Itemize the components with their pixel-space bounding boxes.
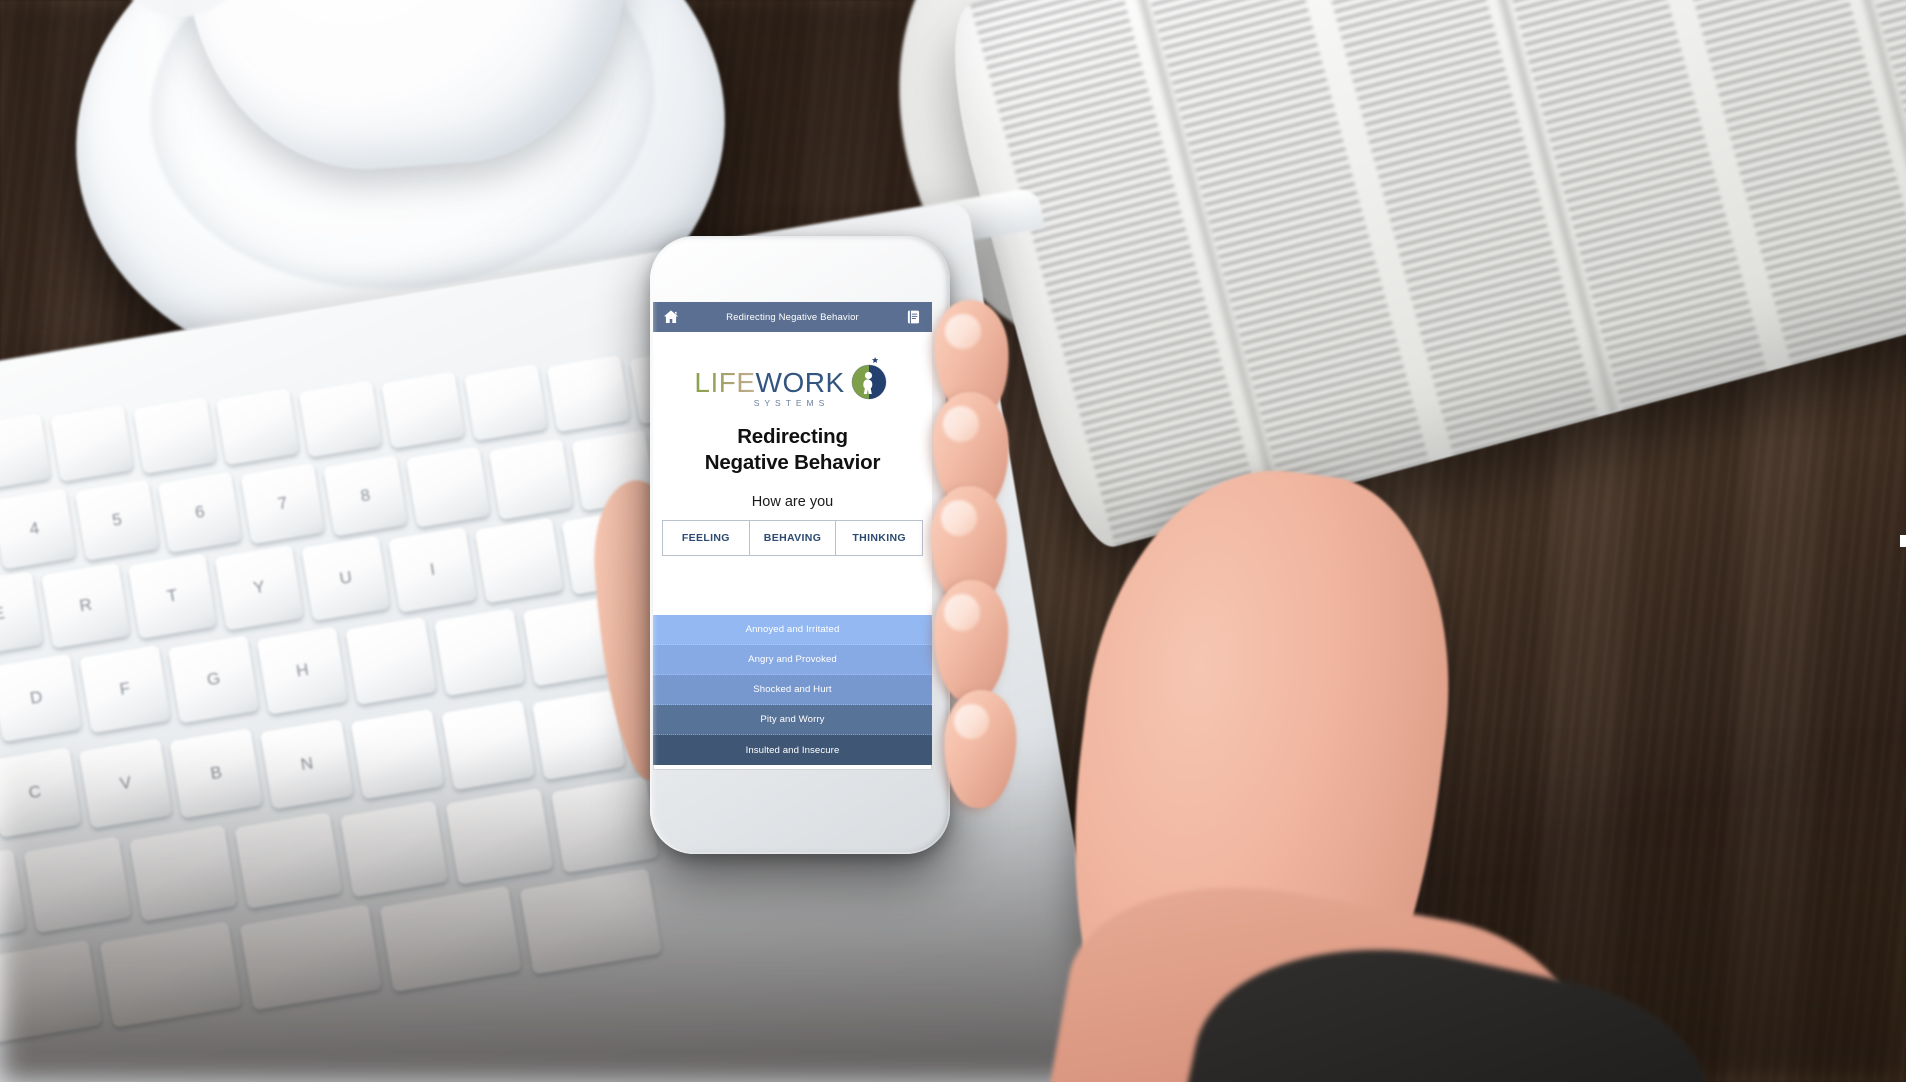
mode-tab-group: FEELING BEHAVING THINKING: [662, 520, 923, 557]
list-item[interactable]: Annoyed and Irritated: [653, 615, 932, 646]
keyboard-key: [433, 607, 526, 696]
page-title: Redirecting Negative Behavior: [653, 414, 932, 476]
list-item[interactable]: Shocked and Hurt: [653, 675, 932, 706]
tab-thinking[interactable]: THINKING: [836, 521, 923, 556]
keyboard-key: 6: [157, 471, 243, 553]
keyboard-key: Y: [214, 544, 304, 631]
keyboard-key: 4: [0, 487, 77, 570]
content-spacer: [653, 556, 932, 616]
keyboard-key: E: [0, 571, 44, 657]
keyboard-key: [474, 517, 564, 604]
logo-systems-text: SYSTEMS: [753, 398, 830, 408]
fingernail: [944, 594, 980, 631]
fingernail: [954, 704, 989, 740]
keyboard-key: F: [79, 644, 171, 733]
home-icon[interactable]: [662, 308, 680, 326]
logo-emblem-icon: [847, 356, 891, 408]
keyboard-key: R: [41, 562, 131, 648]
keyboard-key: [298, 379, 383, 458]
keyboard-key: [132, 396, 217, 474]
tab-behaving[interactable]: BEHAVING: [749, 521, 837, 556]
keyboard-key: 5: [74, 479, 160, 561]
keyboard-key: [345, 616, 437, 705]
emotion-list: Annoyed and Irritated Angry and Provoked S…: [653, 615, 932, 766]
keyboard-key: [405, 446, 491, 528]
list-item[interactable]: Insulted and Insecure: [653, 735, 932, 766]
fingernail: [945, 314, 981, 350]
keyboard-key: U: [301, 535, 391, 622]
keyboard-key: [546, 354, 631, 433]
list-item[interactable]: Angry and Provoked: [653, 645, 932, 676]
tab-feeling[interactable]: FEELING: [663, 521, 750, 556]
keyboard-key: D: [0, 653, 83, 743]
keyboard-key: [0, 412, 52, 491]
logo-wordmark: LIFE WORK SYSTEMS: [694, 367, 845, 409]
keyboard-key: [381, 371, 466, 449]
keyboard-key: T: [127, 553, 217, 640]
keyboard-key: [215, 388, 300, 466]
keyboard-key: [488, 438, 574, 520]
keyboard-key: G: [167, 635, 260, 724]
page-title-line1: Redirecting: [737, 425, 848, 448]
keyboard-key: I: [387, 526, 478, 613]
page-title-line2: Negative Behavior: [704, 451, 881, 475]
book-icon[interactable]: [905, 308, 923, 326]
page-subtitle: How are you: [751, 494, 834, 511]
keyboard-key: 7: [240, 463, 325, 545]
keyboard-key: 8: [323, 454, 408, 537]
screen-edge-artifact: [1900, 535, 1906, 547]
lifework-systems-logo: LIFE WORK SYSTEMS: [653, 332, 932, 414]
logo-work-text: WORK: [755, 367, 845, 398]
phone-screen: Redirecting Negative Behavior LIFE WORK: [653, 302, 932, 770]
app-content: LIFE WORK SYSTEMS Redirecting Negative B…: [653, 332, 932, 766]
logo-life-text: LIFE: [694, 367, 756, 398]
app-header-bar: Redirecting Negative Behavior: [653, 302, 932, 332]
app-header-title: Redirecting Negative Behavior: [726, 311, 859, 323]
keyboard-key: [50, 404, 134, 482]
keyboard-key: H: [256, 626, 349, 715]
desk-photo-background: 345678WERTYUISDFGHXCVBNcmd: [0, 0, 1906, 1082]
list-item[interactable]: Pity and Worry: [653, 705, 932, 736]
smartphone-device: Redirecting Negative Behavior LIFE WORK: [650, 236, 951, 854]
keyboard-key: [463, 363, 548, 441]
